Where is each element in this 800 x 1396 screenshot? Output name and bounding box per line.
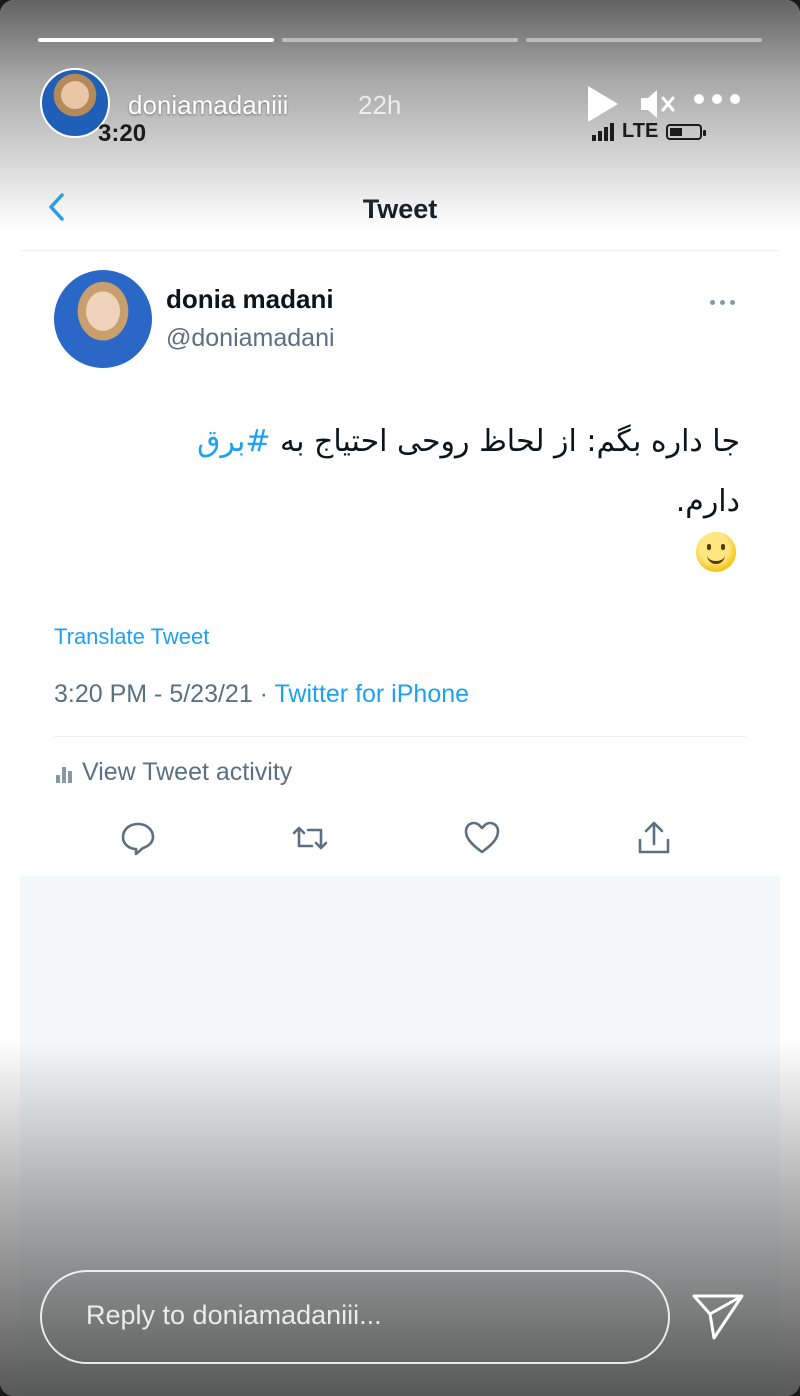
nav-title: Tweet [362,194,438,224]
more-dots-icon[interactable] [710,300,735,305]
tweet-meta: 3:20 PM - 5/23/21 · Twitter for iPhone [54,680,469,709]
hashtag-link[interactable]: #برق [197,424,270,459]
more-dots-icon[interactable] [694,94,744,106]
battery-icon [666,123,707,140]
story-header: doniamadaniii 22h 3:20 LTE [40,68,770,147]
play-icon[interactable] [588,86,618,122]
status-clock: 3:20 [98,120,147,147]
progress-segment [282,38,518,42]
reply-icon[interactable] [118,818,158,858]
divider [54,736,746,737]
tweet-text-line1: جا داره بگم: از لحاظ روحی احتیاج به [270,424,740,459]
translate-tweet-link[interactable]: Translate Tweet [54,624,209,650]
tweet-card: donia madani @doniamadani جا داره بگم: ا… [20,252,780,876]
activity-chart-icon [56,763,72,783]
network-type: LTE [622,120,659,142]
status-indicators: LTE [592,120,707,143]
tweet-source-link[interactable]: Twitter for iPhone [275,680,470,708]
story-frame: Tweet donia madani @doniamadani جا داره … [0,0,800,1396]
retweet-icon[interactable] [290,818,330,858]
share-icon[interactable] [634,818,674,858]
heart-icon[interactable] [462,818,502,858]
reply-placeholder: Reply to doniamadaniii... [86,1300,382,1330]
smile-emoji-icon [696,532,736,572]
tweet-timestamp: 3:20 PM - 5/23/21 · [54,680,275,708]
story-username[interactable]: doniamadaniii [128,90,288,121]
progress-segment [38,38,274,42]
send-icon[interactable] [690,1288,746,1344]
tweet-nav-bar: Tweet [20,168,780,251]
tweet-text-line2: دارم. [675,484,740,519]
signal-icon [592,122,614,141]
story-progress-bar [38,38,762,42]
activity-label: View Tweet activity [82,758,293,786]
author-avatar[interactable] [54,270,152,368]
reply-input[interactable]: Reply to doniamadaniii... [40,1270,670,1364]
view-tweet-activity[interactable]: View Tweet activity [56,758,292,787]
author-handle[interactable]: @doniamadani [166,324,335,353]
tweet-actions [20,818,780,858]
mute-icon[interactable] [638,86,678,122]
story-time-ago: 22h [358,90,402,120]
tweet-text: جا داره بگم: از لحاظ روحی احتیاج به #برق… [80,412,740,532]
author-name[interactable]: donia madani [166,284,334,315]
progress-segment [526,38,762,42]
